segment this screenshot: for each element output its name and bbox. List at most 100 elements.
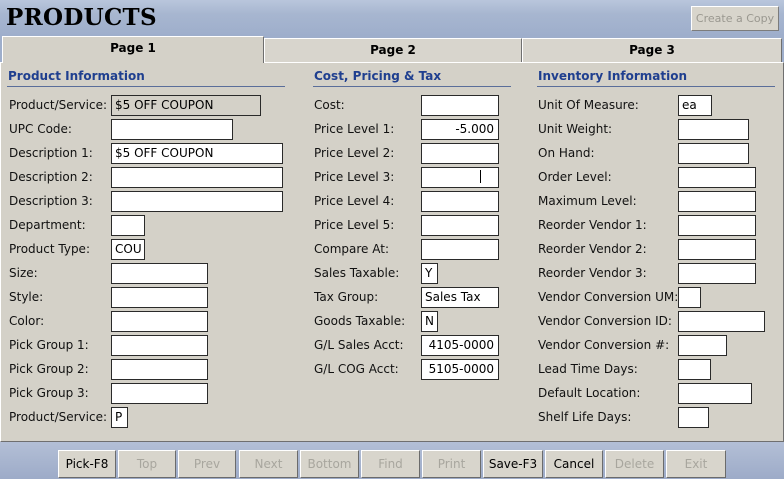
vendor-conversion-id-field[interactable] xyxy=(678,311,765,332)
top-button[interactable]: Top xyxy=(118,450,176,478)
reorder-vendor-3-field[interactable] xyxy=(678,263,756,284)
description-2-field[interactable] xyxy=(111,167,283,188)
reorder-vendor-1-label: Reorder Vendor 1: xyxy=(538,218,647,232)
unit-of-measure-field[interactable]: ea xyxy=(678,95,712,116)
delete-button[interactable]: Delete xyxy=(605,450,664,478)
price-level-5-field[interactable] xyxy=(421,215,499,236)
vendor-conversion-number-label: Vendor Conversion #: xyxy=(538,338,670,352)
gl-cog-acct-label: G/L COG Acct: xyxy=(314,362,399,376)
price-level-2-field[interactable] xyxy=(421,143,499,164)
tax-group-field[interactable]: Sales Tax xyxy=(421,287,499,308)
form-panel: Product Information Product/Service: $5 … xyxy=(0,62,784,442)
shelf-life-days-label: Shelf Life Days: xyxy=(538,410,632,424)
reorder-vendor-3-label: Reorder Vendor 3: xyxy=(538,266,647,280)
price-level-5-label: Price Level 5: xyxy=(314,218,395,232)
next-button[interactable]: Next xyxy=(239,450,298,478)
vendor-conversion-number-field[interactable] xyxy=(678,335,727,356)
lead-time-days-field[interactable] xyxy=(678,359,711,380)
pick-group-3-label: Pick Group 3: xyxy=(9,386,89,400)
unit-weight-label: Unit Weight: xyxy=(538,122,613,136)
size-field[interactable] xyxy=(111,263,208,284)
on-hand-field[interactable] xyxy=(678,143,749,164)
goods-taxable-label: Goods Taxable: xyxy=(314,314,406,328)
sales-taxable-field[interactable]: Y xyxy=(421,263,438,284)
tab-page-2[interactable]: Page 2 xyxy=(264,38,522,62)
order-level-label: Order Level: xyxy=(538,170,612,184)
vendor-conversion-um-field[interactable] xyxy=(678,287,701,308)
find-button[interactable]: Find xyxy=(361,450,420,478)
product-type-field[interactable]: COU xyxy=(111,239,145,260)
vendor-conversion-id-label: Vendor Conversion ID: xyxy=(538,314,672,328)
unit-of-measure-label: Unit Of Measure: xyxy=(538,98,639,112)
compare-at-field[interactable] xyxy=(421,239,499,260)
reorder-vendor-2-label: Reorder Vendor 2: xyxy=(538,242,647,256)
products-window: PRODUCTS Create a Copy Page 1 Page 2 Pag… xyxy=(0,0,784,479)
pick-group-3-field[interactable] xyxy=(111,383,208,404)
upc-code-field[interactable] xyxy=(111,119,233,140)
product-type-label: Product Type: xyxy=(9,242,90,256)
shelf-life-days-field[interactable] xyxy=(678,407,709,428)
description-2-label: Description 2: xyxy=(9,170,93,184)
department-field[interactable] xyxy=(111,215,145,236)
pick-group-2-label: Pick Group 2: xyxy=(9,362,89,376)
default-location-field[interactable] xyxy=(678,383,752,404)
maximum-level-field[interactable] xyxy=(678,191,756,212)
create-copy-button[interactable]: Create a Copy xyxy=(691,6,779,31)
pick-f8-button[interactable]: Pick-F8 xyxy=(58,450,116,478)
prev-button[interactable]: Prev xyxy=(178,450,236,478)
cost-pricing-tax-heading: Cost, Pricing & Tax xyxy=(314,69,442,83)
reorder-vendor-2-field[interactable] xyxy=(678,239,756,260)
pick-group-1-field[interactable] xyxy=(111,335,208,356)
cost-label: Cost: xyxy=(314,98,345,112)
pick-group-2-field[interactable] xyxy=(111,359,208,380)
order-level-field[interactable] xyxy=(678,167,756,188)
default-location-label: Default Location: xyxy=(538,386,641,400)
tab-page-3[interactable]: Page 3 xyxy=(522,38,782,62)
style-field[interactable] xyxy=(111,287,208,308)
price-level-1-field[interactable]: -5.000 xyxy=(421,119,499,140)
goods-taxable-field[interactable]: N xyxy=(421,311,438,332)
description-1-label: Description 1: xyxy=(9,146,93,160)
page-title: PRODUCTS xyxy=(6,4,157,31)
tax-group-label: Tax Group: xyxy=(314,290,379,304)
cost-field[interactable] xyxy=(421,95,499,116)
description-3-label: Description 3: xyxy=(9,194,93,208)
gl-sales-acct-field[interactable]: 4105-0000 xyxy=(421,335,499,356)
section-divider xyxy=(313,86,511,87)
on-hand-label: On Hand: xyxy=(538,146,595,160)
tab-page-1[interactable]: Page 1 xyxy=(2,36,264,63)
exit-button[interactable]: Exit xyxy=(666,450,726,478)
description-1-field[interactable]: $5 OFF COUPON xyxy=(111,143,283,164)
gl-sales-acct-label: G/L Sales Acct: xyxy=(314,338,404,352)
price-level-3-label: Price Level 3: xyxy=(314,170,395,184)
print-button[interactable]: Print xyxy=(422,450,481,478)
unit-weight-field[interactable] xyxy=(678,119,749,140)
section-divider xyxy=(7,86,285,87)
maximum-level-label: Maximum Level: xyxy=(538,194,637,208)
upc-code-label: UPC Code: xyxy=(9,122,72,136)
text-caret xyxy=(480,170,481,183)
price-level-1-label: Price Level 1: xyxy=(314,122,395,136)
color-label: Color: xyxy=(9,314,45,328)
price-level-2-label: Price Level 2: xyxy=(314,146,395,160)
reorder-vendor-1-field[interactable] xyxy=(678,215,756,236)
product-service-field[interactable]: $5 OFF COUPON xyxy=(111,95,261,116)
gl-cog-acct-field[interactable]: 5105-0000 xyxy=(421,359,499,380)
cancel-button[interactable]: Cancel xyxy=(545,450,603,478)
save-f3-button[interactable]: Save-F3 xyxy=(483,450,543,478)
price-level-3-wrapper xyxy=(421,167,499,188)
description-3-field[interactable] xyxy=(111,191,283,212)
color-field[interactable] xyxy=(111,311,208,332)
bottom-button[interactable]: Bottom xyxy=(300,450,359,478)
product-service-flag-field[interactable]: P xyxy=(111,407,128,428)
price-level-3-field[interactable] xyxy=(421,167,499,188)
price-level-4-field[interactable] xyxy=(421,191,499,212)
pick-group-1-label: Pick Group 1: xyxy=(9,338,89,352)
product-service-flag-label: Product/Service: xyxy=(9,410,107,424)
compare-at-label: Compare At: xyxy=(314,242,389,256)
section-divider xyxy=(537,86,775,87)
button-bar: Pick-F8 Top Prev Next Bottom Find Print … xyxy=(0,442,784,479)
sales-taxable-label: Sales Taxable: xyxy=(314,266,400,280)
vendor-conversion-um-label: Vendor Conversion UM: xyxy=(538,290,679,304)
style-label: Style: xyxy=(9,290,44,304)
